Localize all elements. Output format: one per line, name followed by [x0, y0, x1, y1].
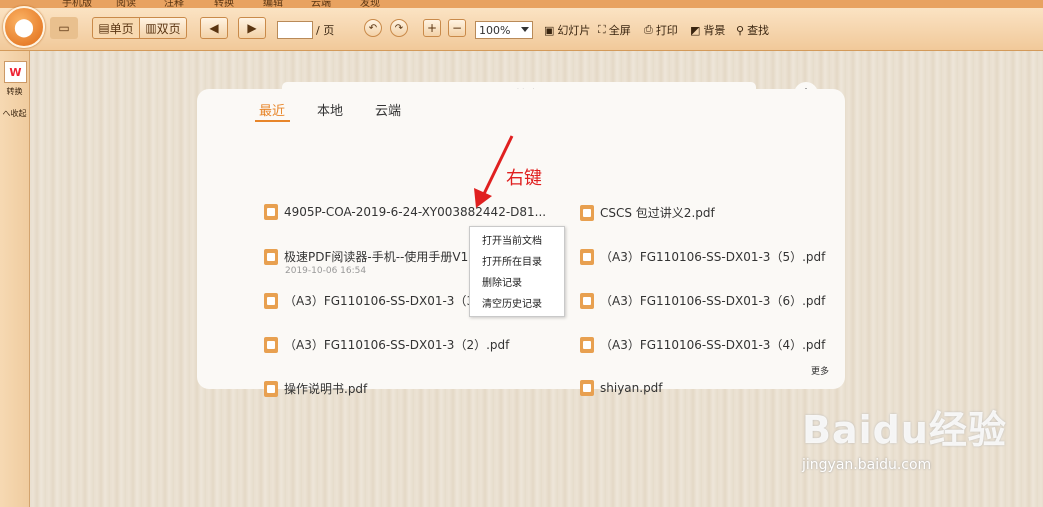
menu-read[interactable]: 阅读 [116, 0, 136, 8]
slideshow-icon: ▣ [544, 23, 555, 37]
printer-icon: ⎙ [644, 23, 653, 36]
find-button[interactable]: ⚲ 查找 [736, 22, 769, 38]
menu-annotate[interactable]: 注释 [164, 0, 184, 8]
file-name: shiyan.pdf [600, 381, 663, 395]
background-button[interactable]: ◩ 背景 [690, 22, 725, 38]
menu-convert[interactable]: 转换 [214, 0, 234, 8]
prev-page-button[interactable]: ◀ [200, 17, 228, 39]
menu-bar: 手机版 阅读 注释 转换 编辑 云端 发现 [0, 0, 1043, 8]
print-label: 打印 [655, 24, 678, 37]
menu-edit[interactable]: 编辑 [263, 0, 283, 8]
baidu-watermark: Baidu经验 jingyan.baidu.com [800, 395, 1043, 505]
folder-icon: ▭ [58, 21, 70, 35]
rotate-right-icon: ↷ [394, 22, 404, 34]
zoom-in-button[interactable]: + [423, 19, 441, 37]
tab-local[interactable]: 本地 [317, 100, 343, 119]
toolbar: ⬤ ▭ ▤ 单页 ▥ 双页 ◀ ▶ / 页 ↶ ↷ + − 100% ▣ 幻灯片 ⛶ 全… [0, 6, 1043, 51]
rotate-left-button[interactable]: ↶ [364, 19, 382, 37]
sidebar-convert-label[interactable]: 转换 [0, 86, 29, 97]
fullscreen-button[interactable]: ⛶ 全屏 [598, 22, 631, 38]
pdf-icon [264, 380, 278, 397]
context-item-open-folder[interactable]: 打开所在目录 [470, 252, 564, 273]
watermark-brand: Baidu经验 [802, 408, 1007, 452]
convert-icon[interactable]: W [4, 61, 27, 83]
rotate-left-icon: ↶ [368, 22, 378, 34]
fullscreen-label: 全屏 [608, 24, 631, 37]
double-page-icon: ▥ [145, 21, 157, 35]
slideshow-button[interactable]: ▣ 幻灯片 [544, 22, 590, 38]
page-number-input[interactable] [277, 21, 313, 39]
file-name: （A3）FG110106-SS-DX01-3（5）.pdf [600, 250, 826, 264]
pdf-icon [264, 204, 278, 220]
menu-cloud[interactable]: 云端 [311, 0, 331, 8]
zoom-out-button[interactable]: − [448, 19, 466, 37]
single-page-label: 单页 [109, 21, 134, 36]
file-name: （A3）FG110106-SS-DX01-3（2）.pdf [284, 338, 510, 352]
pdf-icon [264, 248, 278, 265]
sidebar: W 转换 へ收起 [0, 51, 30, 507]
context-item-clear-history[interactable]: 清空历史记录 [470, 294, 564, 315]
list-item[interactable]: （A3）FG110106-SS-DX01-3（4）.pdf [580, 336, 825, 353]
list-item[interactable]: （A3）FG110106-SS-DX01-3（2）.pdf [264, 336, 509, 353]
single-page-icon: ▤ [98, 21, 110, 35]
watermark-url: jingyan.baidu.com [802, 457, 932, 473]
annotation-label: 右键 [506, 168, 542, 189]
open-folder-button[interactable]: ▭ [50, 17, 78, 39]
background-icon: ◩ [690, 23, 701, 37]
minus-icon: − [451, 21, 463, 35]
list-item[interactable]: （A3）FG110106-SS-DX01-3（5）.pdf [580, 248, 825, 265]
more-link[interactable]: 更多 [811, 364, 829, 377]
file-name: （A3）FG110106-SS-DX01-3（4）.pdf [600, 338, 826, 352]
fullscreen-icon: ⛶ [598, 23, 606, 36]
file-name: 操作说明书.pdf [284, 382, 368, 396]
app-logo[interactable]: ⬤ [3, 6, 45, 48]
tab-cloud[interactable]: 云端 [375, 100, 401, 119]
context-item-open-document[interactable]: 打开当前文档 [470, 231, 564, 252]
list-item[interactable]: CSCS 包过讲义2.pdf [580, 204, 715, 221]
search-icon: ⚲ [736, 23, 745, 37]
list-item[interactable]: （A3）FG110106-SS-DX01-3（3 [264, 292, 474, 309]
background-label: 背景 [703, 24, 726, 37]
chevron-down-icon [521, 27, 529, 32]
double-page-label: 双页 [156, 21, 181, 36]
list-item[interactable]: 操作说明书.pdf [264, 380, 367, 397]
list-item[interactable]: （A3）FG110106-SS-DX01-3（6）.pdf [580, 292, 825, 309]
file-date: 2019-10-06 16:54 [285, 266, 367, 276]
list-item[interactable]: shiyan.pdf [580, 380, 663, 396]
next-page-button[interactable]: ▶ [238, 17, 266, 39]
pdf-icon [580, 336, 594, 353]
triangle-right-icon: ▶ [247, 21, 257, 35]
menu-mobile[interactable]: 手机版 [62, 0, 92, 8]
pdf-icon [264, 292, 278, 309]
context-item-delete-record[interactable]: 删除记录 [470, 273, 564, 294]
context-menu: 打开当前文档 打开所在目录 删除记录 清空历史记录 [469, 226, 565, 317]
file-name: 极速PDF阅读器-手机--使用手册V1 [284, 250, 469, 264]
plus-icon: + [426, 21, 438, 35]
file-name: CSCS 包过讲义2.pdf [600, 206, 715, 220]
triangle-left-icon: ◀ [209, 21, 219, 35]
slideshow-label: 幻灯片 [557, 24, 591, 37]
list-item[interactable]: 极速PDF阅读器-手机--使用手册V1 [264, 248, 468, 265]
print-button[interactable]: ⎙ 打印 [644, 22, 678, 38]
file-name: （A3）FG110106-SS-DX01-3（6）.pdf [600, 294, 826, 308]
menu-discover[interactable]: 发现 [360, 0, 380, 8]
active-tab-underline [255, 120, 290, 122]
single-page-button[interactable]: ▤ 单页 [92, 17, 140, 39]
find-label: 查找 [747, 24, 770, 37]
zoom-value: 100% [479, 23, 511, 37]
pdf-icon [580, 292, 594, 309]
pdf-icon [580, 204, 594, 221]
pdf-icon [264, 336, 278, 353]
double-page-button[interactable]: ▥ 双页 [139, 17, 187, 39]
pdf-icon [580, 248, 594, 265]
rotate-right-button[interactable]: ↷ [390, 19, 408, 37]
pdf-icon [580, 380, 594, 396]
tab-recent[interactable]: 最近 [259, 100, 285, 119]
zoom-select[interactable]: 100% [475, 21, 533, 39]
page-suffix: / 页 [316, 24, 335, 37]
sidebar-collapse-label[interactable]: へ收起 [0, 108, 29, 119]
file-name: （A3）FG110106-SS-DX01-3（3 [284, 294, 475, 308]
